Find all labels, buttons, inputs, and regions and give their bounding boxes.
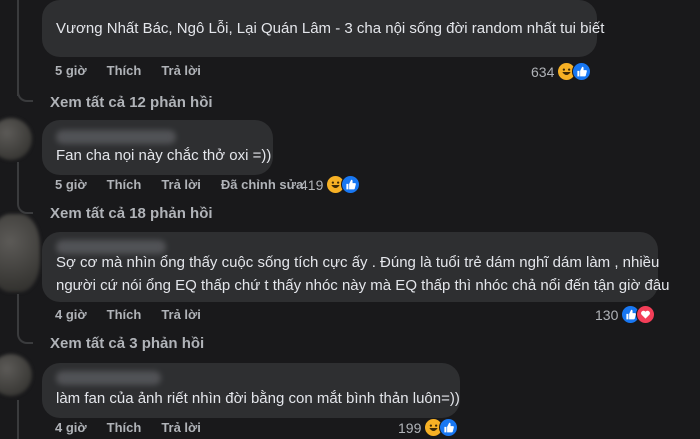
comment-bubble: Vương Nhất Bác, Ngô Lỗi, Lại Quán Lâm - … [42,0,604,57]
comment-time[interactable]: 4 giờ [55,307,87,322]
reaction-summary[interactable]: 199 [398,418,459,437]
like-button[interactable]: Thích [107,177,142,192]
like-icon [341,175,361,194]
thread-line [17,294,19,330]
reaction-count: 419 [300,176,324,193]
view-replies-link[interactable]: Xem tất cả 18 phản hồi [50,205,213,222]
comment-time[interactable]: 5 giờ [55,63,87,78]
thread-curve [17,88,33,102]
reaction-summary[interactable]: 634 [531,62,592,81]
reaction-count: 130 [595,306,619,323]
thread-line [17,162,19,200]
thread-line [17,400,19,439]
view-replies-link[interactable]: Xem tất cả 12 phản hồi [50,94,213,111]
comment-actions: 5 giờ Thích Trả lời [55,63,221,78]
like-icon [439,418,459,437]
like-button[interactable]: Thích [107,420,142,435]
comment-bubble: Fan cha nọi này chắc thở oxi =)) [42,120,273,175]
reaction-summary[interactable]: 130 [595,305,656,324]
avatar[interactable] [0,354,32,396]
reaction-count: 634 [531,63,555,80]
comment-time[interactable]: 5 giờ [55,177,87,192]
comment-actions: 4 giờ Thích Trả lời [55,307,221,322]
comment-text: Fan cha nọi này chắc thở oxi =)) [56,147,272,164]
like-icon [572,62,592,81]
reaction-summary[interactable]: 419 [300,175,361,194]
reply-button[interactable]: Trả lời [161,63,201,78]
comment-text: làm fan của ảnh riết nhìn đời bằng con m… [56,390,460,407]
comment-actions: 5 giờ Thích Trả lời Đã chỉnh sửa [55,177,323,192]
comment-text: Vương Nhất Bác, Ngô Lỗi, Lại Quán Lâm - … [56,20,605,37]
thread-curve [17,200,33,214]
like-button[interactable]: Thích [107,307,142,322]
comment-bubble: Sợ cơ mà nhìn ổng thấy cuộc sống tích cự… [42,232,670,302]
comment-time[interactable]: 4 giờ [55,420,87,435]
view-replies-link[interactable]: Xem tất cả 3 phản hồi [50,335,204,352]
thread-curve [17,330,33,344]
comment-bubble: làm fan của ảnh riết nhìn đời bằng con m… [42,363,460,418]
reaction-count: 199 [398,419,422,436]
like-button[interactable]: Thích [107,63,142,78]
reply-button[interactable]: Trả lời [161,420,201,435]
commenter-name[interactable] [56,371,161,385]
reply-button[interactable]: Trả lời [161,307,201,322]
reply-button[interactable]: Trả lời [161,177,201,192]
avatar[interactable] [0,118,32,160]
avatar[interactable] [0,214,40,292]
love-icon [636,305,656,324]
thread-line [17,0,19,96]
comment-text-line-2: người cứ nói ổng EQ thấp chứ t thấy nhóc… [56,277,670,294]
edited-label[interactable]: Đã chỉnh sửa [221,177,303,192]
comment-actions: 4 giờ Thích Trả lời [55,420,221,435]
